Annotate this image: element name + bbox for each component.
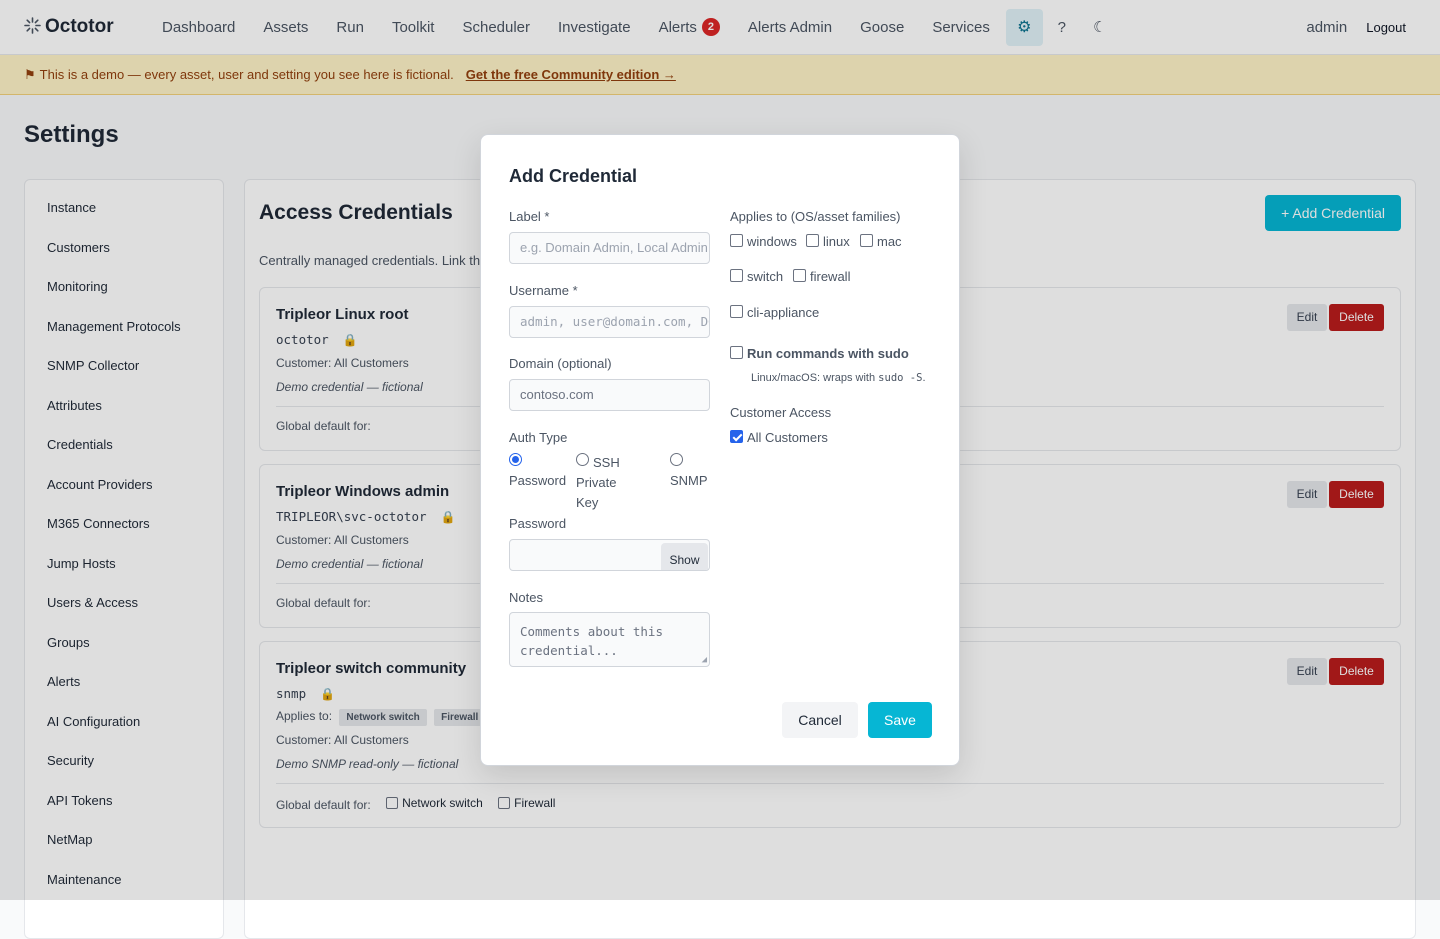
modal-title: Add Credential	[509, 166, 638, 186]
auth-password-radio[interactable]: Password	[509, 453, 566, 488]
radio-label: Password	[509, 473, 567, 488]
customer-access-label: Customer Access	[730, 405, 832, 420]
sudo-hint-code: sudo -S	[878, 372, 923, 384]
radio-label: SNMP	[670, 473, 708, 488]
family-mac-checkbox[interactable]: mac	[860, 234, 902, 249]
notes-field-label: Notes	[509, 590, 543, 605]
sudo-hint-suffix: .	[922, 372, 926, 384]
family-switch-checkbox[interactable]: switch	[730, 269, 783, 284]
checkbox-label: All Customers	[747, 430, 828, 445]
resize-handle-icon[interactable]: ◢	[702, 656, 707, 665]
checkbox-label: windows	[747, 234, 797, 249]
checkbox-label: firewall	[810, 269, 851, 284]
save-button[interactable]: Save	[868, 702, 932, 738]
cancel-button[interactable]: Cancel	[782, 702, 858, 738]
family-firewall-checkbox[interactable]: firewall	[793, 269, 850, 284]
checkbox-box	[806, 234, 819, 247]
checkbox-label: cli-appliance	[747, 305, 820, 320]
family-linux-checkbox[interactable]: linux	[806, 234, 850, 249]
password-field-label: Password	[509, 516, 567, 531]
family-cli-appliance-checkbox[interactable]: cli-appliance	[730, 305, 819, 320]
checkbox-label: mac	[877, 234, 902, 249]
checkbox-box	[730, 269, 743, 282]
notes-textarea[interactable]: Comments about this credential... ◢	[509, 612, 710, 667]
auth-type-label: Auth Type	[509, 430, 568, 445]
username-input[interactable]: admin, user@domain.com, DOMAIN\user	[509, 306, 710, 338]
sudo-hint-text: Linux/macOS: wraps with	[751, 372, 876, 384]
radio-button	[670, 453, 683, 466]
all-customers-checkbox[interactable]: All Customers	[730, 430, 828, 445]
checkbox-label: linux	[823, 234, 850, 249]
radio-label: SSH Private Key	[576, 455, 620, 511]
checkbox-box	[730, 430, 743, 443]
auth-ssh-radio[interactable]: SSH Private Key	[576, 453, 636, 510]
checkbox-box	[730, 234, 743, 247]
label-input[interactable]: e.g. Domain Admin, Local Admin	[509, 232, 710, 264]
checkbox-box	[860, 234, 873, 247]
checkbox-box	[730, 305, 743, 318]
show-password-button[interactable]: Show	[661, 543, 708, 570]
sudo-hint: Linux/macOS: wraps with sudo -S.	[751, 372, 926, 384]
radio-button	[509, 453, 522, 466]
checkbox-label: switch	[747, 269, 784, 284]
label-field-label: Label *	[509, 209, 550, 224]
run-with-sudo-checkbox[interactable]: Run commands with sudo	[730, 346, 909, 361]
notes-placeholder: Comments about this credential...	[520, 624, 663, 658]
checkbox-label: Run commands with sudo	[747, 346, 909, 361]
domain-field-label: Domain (optional)	[509, 356, 612, 371]
auth-snmp-radio[interactable]: SNMP	[670, 453, 708, 488]
applies-to-label: Applies to (OS/asset families)	[730, 209, 901, 224]
password-input[interactable]: Show	[509, 539, 710, 571]
checkbox-box	[730, 346, 743, 359]
username-field-label: Username *	[509, 283, 578, 298]
add-credential-modal: Add Credential Label * e.g. Domain Admin…	[480, 134, 960, 766]
checkbox-box	[793, 269, 806, 282]
domain-input[interactable]: contoso.com	[509, 379, 710, 411]
family-windows-checkbox[interactable]: windows	[730, 234, 797, 249]
